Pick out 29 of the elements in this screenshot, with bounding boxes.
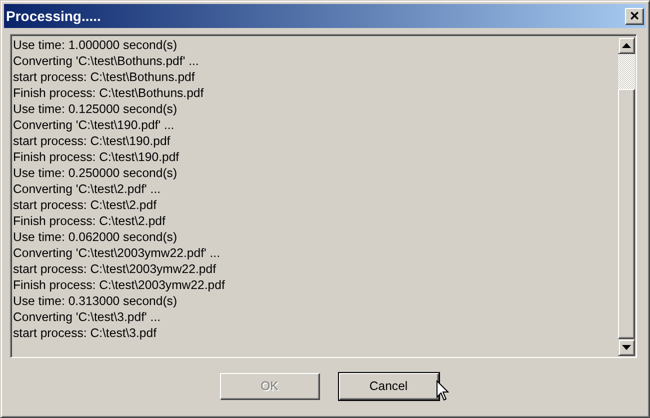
scroll-up-button[interactable]	[618, 37, 635, 54]
log-line: Finish process: C:\test\190.pdf	[13, 149, 180, 165]
up-arrow-icon	[622, 43, 631, 48]
log-line: start process: C:\test\3.pdf	[13, 325, 158, 341]
log-line: start process: C:\test\Bothuns.pdf	[13, 69, 196, 85]
log-line: start process: C:\test\2.pdf	[13, 197, 158, 213]
log-line: Converting 'C:\test\2003ymw22.pdf' ...	[13, 245, 222, 261]
log-line: Use time: 0.250000 second(s)	[13, 165, 178, 181]
log-line: Finish process: C:\test\2003ymw22.pdf	[13, 277, 226, 293]
log-line: start process: C:\test\2003ymw22.pdf	[13, 261, 217, 277]
log-line: Converting 'C:\test\3.pdf' ...	[13, 309, 162, 325]
close-button[interactable]: ×	[625, 8, 644, 24]
log-line: Use time: 0.125000 second(s)	[13, 101, 178, 117]
log-line: Use time: 0.313000 second(s)	[13, 293, 178, 309]
cancel-button[interactable]: Cancel	[338, 372, 438, 400]
scroll-down-button[interactable]	[618, 339, 635, 356]
window-title: Processing.....	[6, 8, 101, 24]
log-line: Converting 'C:\test\Bothuns.pdf' ...	[13, 53, 200, 69]
log-line: Use time: 0.062000 second(s)	[13, 229, 178, 245]
log-line: Finish process: C:\test\Bothuns.pdf	[13, 85, 205, 101]
log-line: Finish process: C:\test\2.pdf	[13, 213, 166, 229]
scroll-thumb[interactable]	[618, 89, 635, 339]
down-arrow-icon	[622, 345, 631, 350]
mouse-pointer-icon	[436, 380, 449, 402]
scrollbar[interactable]	[618, 37, 635, 356]
log-line: start process: C:\test\190.pdf	[13, 133, 172, 149]
log-line: Use time: 1.000000 second(s)	[13, 37, 178, 53]
log-line: Converting 'C:\test\2.pdf' ...	[13, 181, 162, 197]
log-line: Converting 'C:\test\190.pdf' ...	[13, 117, 176, 133]
